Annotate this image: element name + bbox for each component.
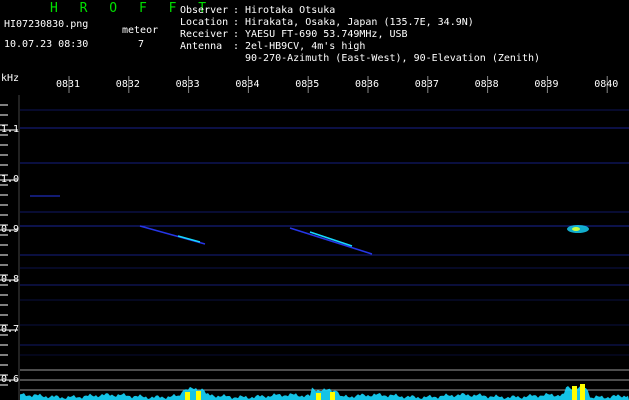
meteor-traces [139, 225, 589, 255]
carrier-lines [20, 109, 629, 356]
x-tick-label: 0839 [534, 79, 559, 90]
x-tick-label: 0837 [414, 79, 439, 90]
y-tick-label: 1.0 [1, 174, 20, 185]
y-tick-label: 0.8 [1, 274, 20, 285]
y-tick-label: 0.7 [1, 324, 20, 335]
y-tick-label: 0.6 [1, 374, 20, 385]
noise-floor [20, 384, 629, 400]
x-tick-label: 0831 [56, 79, 81, 90]
meteor-trace-core [309, 231, 353, 247]
x-tick-label: 0836 [355, 79, 380, 90]
spectrogram-plot [0, 76, 629, 400]
plot-grid [0, 76, 629, 400]
spectrum-peak [185, 392, 190, 400]
x-tick-label: 0840 [594, 79, 619, 90]
meteor-trace [289, 227, 373, 255]
spectrum-peak [330, 392, 335, 400]
meteor-trace-core [177, 235, 201, 243]
x-tick-label: 0835 [295, 79, 320, 90]
spectrum-peak [580, 384, 585, 400]
spectrum-peak [196, 391, 201, 400]
x-tick-label: 0838 [474, 79, 499, 90]
y-tick-label: 0.9 [1, 224, 20, 235]
spectrum-peak [316, 393, 321, 400]
x-tick-label: 0832 [115, 79, 140, 90]
y-tick-label: 1.1 [1, 124, 20, 135]
spectrum-peak [572, 386, 577, 400]
noise-spectrum [20, 386, 629, 400]
x-tick-label: 0834 [235, 79, 260, 90]
meteor-head-echo-core [572, 227, 580, 231]
x-tick-label: 0833 [175, 79, 200, 90]
